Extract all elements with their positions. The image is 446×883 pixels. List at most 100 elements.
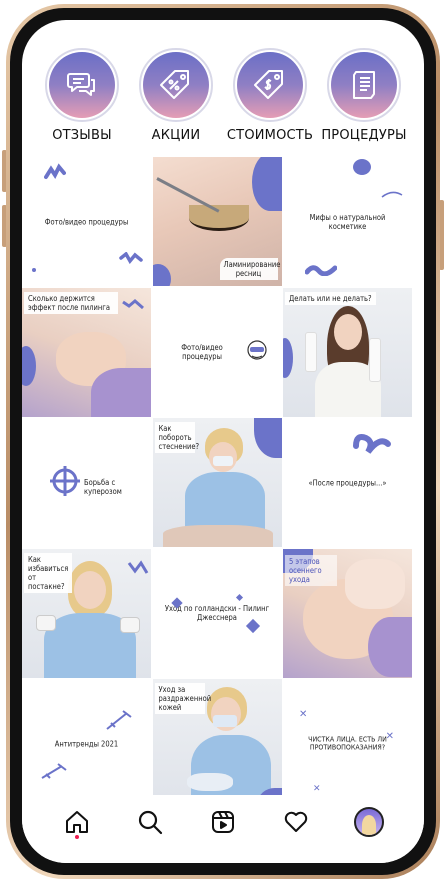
post-caption: Чистка лица. Есть ли противопоказания? <box>308 735 387 752</box>
blob-decoration <box>353 159 371 175</box>
cross-decoration: ✕ <box>299 709 308 720</box>
post-tile[interactable]: Борьба с куперозом <box>22 418 151 547</box>
percent-tag-icon <box>160 70 189 99</box>
jar-shape <box>36 614 56 631</box>
highlight-label: ПРОЦЕДУРЫ <box>321 128 407 143</box>
post-tile[interactable]: Уход за раздраженной кожей <box>152 679 282 808</box>
swirl-decoration <box>353 434 391 454</box>
nav-profile[interactable] <box>349 802 389 842</box>
blob-decoration <box>22 345 36 386</box>
uniform-shape <box>184 472 265 532</box>
cross-decoration: ✕ <box>313 784 321 794</box>
squiggle-decoration <box>44 163 66 179</box>
blob-decoration <box>251 157 282 211</box>
heart-icon <box>284 811 308 832</box>
post-caption: «После процедуры...» <box>308 478 387 487</box>
mask-shape <box>212 715 237 727</box>
highlight-procedures[interactable]: ПРОЦЕДУРЫ <box>318 48 410 143</box>
chat-bubbles-icon <box>67 73 95 96</box>
dot-decoration <box>32 268 36 272</box>
reels-icon <box>211 811 234 833</box>
highlight-promotions[interactable]: АКЦИИ <box>130 48 222 143</box>
highlight-label: СТОИМОСТЬ <box>226 128 314 143</box>
post-tile[interactable]: Делать или не делать? <box>283 287 412 417</box>
post-tile[interactable]: Как избавиться от постакне? <box>22 548 151 678</box>
post-caption: Мифы о натуральной косметике <box>309 212 386 231</box>
bottle-shape <box>369 337 381 382</box>
hands-shape <box>345 558 405 609</box>
face-mask-icon <box>246 339 267 360</box>
highlight-ring <box>45 48 119 122</box>
highlight-cover <box>237 52 303 118</box>
wave-decoration <box>305 265 337 276</box>
post-tile[interactable]: Ламинирование ресниц <box>152 157 282 286</box>
post-caption: Борьба с куперозом <box>84 478 122 496</box>
nav-search[interactable] <box>130 802 170 842</box>
nav-home[interactable] <box>57 802 97 842</box>
crosshair-icon <box>50 466 80 496</box>
post-caption: Уход по голландски - Пилинг Джесснера <box>164 604 270 622</box>
highlight-ring <box>327 48 401 122</box>
profile-avatar <box>354 807 385 837</box>
blob-decoration <box>253 418 282 458</box>
post-tile[interactable]: Фото/видео процедуры <box>152 287 282 417</box>
syringe-icon <box>106 710 132 730</box>
highlight-ring <box>233 48 307 122</box>
post-caption: Как побороть стеснение? <box>154 422 199 453</box>
home-icon <box>65 811 88 833</box>
phone-bezel: ОТЗЫВЫ АКЦИИ СТОИМОСТЬ ПРОЦЕДУРЫ Фото/ви… <box>10 8 436 875</box>
highlight-cover <box>49 52 115 118</box>
post-tile[interactable]: «После процедуры...» <box>283 418 412 547</box>
cap-shape <box>368 616 412 677</box>
post-tile[interactable]: Фото/видео процедуры <box>22 157 151 286</box>
jar-shape <box>120 616 140 633</box>
zigzag-decoration <box>119 252 143 264</box>
highlight-prices[interactable]: СТОИМОСТЬ <box>224 48 316 143</box>
story-highlights: ОТЗЫВЫ АКЦИИ СТОИМОСТЬ ПРОЦЕДУРЫ <box>36 48 410 143</box>
post-tile[interactable]: Сколько держится эффект после пилинга <box>22 287 151 417</box>
bottom-navigation <box>22 795 424 863</box>
phone-screen: ОТЗЫВЫ АКЦИИ СТОИМОСТЬ ПРОЦЕДУРЫ Фото/ви… <box>22 20 424 863</box>
hook-decoration <box>381 191 403 198</box>
cap-shape <box>91 367 151 417</box>
price-tag-icon <box>254 70 283 99</box>
mask-shape <box>212 456 233 466</box>
search-icon <box>138 810 162 835</box>
zigzag-decoration <box>127 559 149 574</box>
highlight-cover <box>331 52 397 118</box>
notification-dot <box>74 835 79 839</box>
face-shape <box>74 570 106 609</box>
post-tile[interactable]: Уход по голландски - Пилинг Джесснера <box>152 548 282 678</box>
post-tile[interactable]: Как побороть стеснение? <box>152 418 282 547</box>
highlight-reviews[interactable]: ОТЗЫВЫ <box>36 48 128 143</box>
post-caption: 5 этапов осеннего ухода <box>285 554 337 586</box>
blob-decoration <box>283 337 293 378</box>
zigzag-decoration <box>122 298 144 309</box>
hands-shape <box>186 773 233 791</box>
tweezers-shape <box>155 177 220 213</box>
syringe-icon <box>41 763 67 779</box>
nav-activity[interactable] <box>276 802 316 842</box>
sparkle-decoration <box>235 593 243 601</box>
post-caption: Фото/видео процедуры <box>44 217 129 226</box>
highlight-label: ОТЗЫВЫ <box>52 128 112 143</box>
post-tile[interactable]: Мифы о натуральной косметике <box>283 157 412 286</box>
posts-grid: Фото/видео процедуры Ламинирование ресни… <box>22 157 412 808</box>
post-caption: Сколько держится эффект после пилинга <box>24 291 118 314</box>
highlight-cover <box>143 52 209 118</box>
post-tile[interactable]: Антитренды 2021 <box>22 679 151 808</box>
post-caption: Ламинирование ресниц <box>219 258 280 280</box>
avatar-person-shape <box>362 815 377 835</box>
face-shape <box>334 313 362 350</box>
document-list-icon <box>353 71 375 99</box>
nav-reels[interactable] <box>203 802 243 842</box>
patient-shape <box>162 525 273 547</box>
post-tile[interactable]: 5 этапов осеннего ухода <box>283 548 412 678</box>
post-caption: Делать или не делать? <box>285 291 376 305</box>
phone-frame: ОТЗЫВЫ АКЦИИ СТОИМОСТЬ ПРОЦЕДУРЫ Фото/ви… <box>6 4 440 879</box>
post-caption: Как избавиться от постакне? <box>24 552 72 593</box>
post-tile[interactable]: ✕ ✕ ✕ Чистка лица. Есть ли противопоказа… <box>283 679 412 808</box>
highlight-label: АКЦИИ <box>151 128 201 143</box>
post-caption: Антитренды 2021 <box>54 739 119 748</box>
post-caption: Уход за раздраженной кожей <box>154 683 211 714</box>
